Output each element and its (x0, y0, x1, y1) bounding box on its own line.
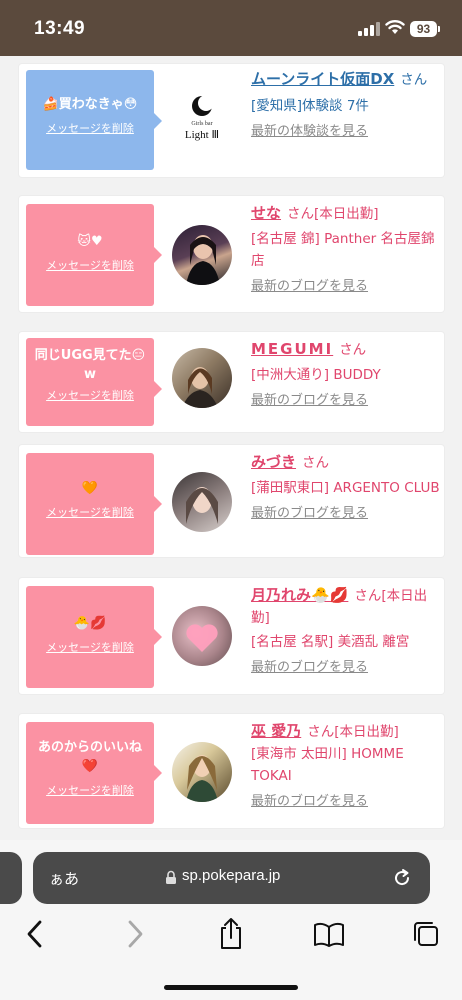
latest-link[interactable]: 最新のブログを見る (251, 503, 368, 525)
message-bubble: 同じUGG見てた😑w メッセージを削除 (26, 338, 162, 426)
list-item: あのからのいいね❤️ メッセージを削除 巫 愛乃 さん[本日出勤] [東海市 太田… (19, 714, 444, 828)
avatar[interactable] (172, 606, 232, 666)
item-info: 月乃れみ🐣💋 さん[本日出勤] [名古屋 名駅] 美酒乱 離宮 最新のブログを見る (251, 584, 441, 679)
list-item: 🐱♥ メッセージを削除 せな さん[本日出勤] [名古屋 錦] Panther 名… (19, 196, 444, 312)
list-item: 同じUGG見てた😑w メッセージを削除 MEGUMI さん [中洲大通り] BUD… (19, 332, 444, 432)
latest-link[interactable]: 最新のブログを見る (251, 791, 368, 813)
profile-name-link[interactable]: 月乃れみ🐣💋 (251, 586, 348, 604)
item-info: 巫 愛乃 さん[本日出勤] [東海市 太田川] HOMME TOKAI 最新のブロ… (251, 720, 441, 813)
home-indicator[interactable] (164, 985, 298, 990)
name-suffix: さん (302, 455, 330, 471)
message-text: 🐣💋 (73, 616, 107, 631)
heart-photo-icon (186, 624, 218, 652)
item-detail: [蒲田駅東口] ARGENTO CLUB (251, 480, 440, 496)
avatar[interactable]: Girls bar Light Ⅲ (172, 88, 232, 148)
profile-photo-icon (186, 487, 218, 524)
list-item: 🧡 メッセージを削除 みづき さん [蒲田駅東口] ARGENTO CLUB 最新… (19, 445, 444, 557)
item-info: みづき さん [蒲田駅東口] ARGENTO CLUB 最新のブログを見る (251, 451, 441, 525)
profile-name-link[interactable]: ムーンライト仮面DX (251, 70, 394, 88)
lock-icon (166, 870, 176, 884)
name-suffix: さん (400, 72, 428, 88)
profile-photo-icon (182, 367, 218, 408)
item-info: せな さん[本日出勤] [名古屋 錦] Panther 名古屋錦店 最新のブログを… (251, 202, 441, 298)
battery-icon: 93 (410, 21, 437, 37)
message-bubble: 🐱♥ メッセージを削除 (26, 204, 162, 306)
latest-link[interactable]: 最新のブログを見る (251, 276, 368, 298)
reload-icon[interactable] (390, 866, 414, 890)
message-list: 🍰買わなきゃ😳 メッセージを削除 Girls bar Light Ⅲ ムーンライ… (0, 56, 462, 840)
item-detail: [中洲大通り] BUDDY (251, 367, 381, 383)
status-bar: 13:49 93 (0, 0, 462, 56)
item-detail: [東海市 太田川] HOMME TOKAI (251, 746, 404, 784)
latest-link[interactable]: 最新の体験談を見る (251, 121, 368, 143)
delete-message-link[interactable]: メッセージを削除 (26, 257, 154, 273)
name-suffix: さん[本日出勤] (287, 206, 379, 222)
message-bubble: 🧡 メッセージを削除 (26, 453, 162, 555)
message-bubble: あのからのいいね❤️ メッセージを削除 (26, 722, 162, 824)
delete-message-link[interactable]: メッセージを削除 (26, 387, 154, 403)
logo-sub-text: Girls bar (191, 121, 213, 127)
message-text: 🐱♥ (77, 234, 103, 249)
avatar[interactable] (172, 742, 232, 802)
logo-text: Light Ⅲ (184, 129, 220, 141)
message-text: 🧡 (81, 481, 99, 496)
url-text[interactable]: sp.pokepara.jp (182, 867, 280, 884)
item-detail: [愛知県]体験談 7件 (251, 98, 369, 114)
name-suffix: さん (339, 342, 367, 358)
profile-name-link[interactable]: みづき (251, 453, 296, 471)
name-suffix: さん[本日出勤] (307, 724, 399, 740)
message-text: 同じUGG見てた😑w (34, 348, 146, 382)
profile-name-link[interactable]: 巫 愛乃 (251, 722, 301, 740)
share-icon[interactable] (216, 916, 246, 952)
tabs-icon[interactable] (410, 916, 442, 952)
avatar[interactable] (172, 348, 232, 408)
wifi-icon (385, 20, 405, 34)
avatar[interactable] (172, 225, 232, 285)
profile-photo-icon (186, 235, 220, 285)
latest-link[interactable]: 最新のブログを見る (251, 657, 368, 679)
item-info: ムーンライト仮面DX さん [愛知県]体験談 7件 最新の体験談を見る (251, 68, 441, 143)
list-item: 🐣💋 メッセージを削除 月乃れみ🐣💋 さん[本日出勤] [名古屋 名駅] 美酒乱 … (19, 578, 444, 694)
message-bubble: 🐣💋 メッセージを削除 (26, 586, 162, 688)
message-text: あのからのいいね❤️ (37, 740, 142, 774)
delete-message-link[interactable]: メッセージを削除 (26, 782, 154, 798)
back-icon[interactable] (22, 916, 48, 952)
avatar[interactable] (172, 472, 232, 532)
bookmarks-icon[interactable] (312, 916, 346, 952)
delete-message-link[interactable]: メッセージを削除 (26, 120, 154, 136)
list-item: 🍰買わなきゃ😳 メッセージを削除 Girls bar Light Ⅲ ムーンライ… (19, 64, 444, 177)
signal-icon (358, 22, 380, 36)
text-size-button[interactable]: ぁあ (49, 868, 79, 889)
item-detail: [名古屋 名駅] 美酒乱 離宮 (251, 634, 410, 650)
previous-tab-stub[interactable] (0, 852, 22, 904)
message-text: 🍰買わなきゃ😳 (42, 97, 138, 112)
delete-message-link[interactable]: メッセージを削除 (26, 504, 154, 520)
address-bar[interactable]: ぁあ sp.pokepara.jp (33, 852, 430, 904)
latest-link[interactable]: 最新のブログを見る (251, 390, 368, 412)
profile-name-link[interactable]: MEGUMI (251, 340, 333, 358)
item-info: MEGUMI さん [中洲大通り] BUDDY 最新のブログを見る (251, 338, 441, 412)
item-detail: [名古屋 錦] Panther 名古屋錦店 (251, 231, 435, 269)
profile-name-link[interactable]: せな (251, 204, 281, 222)
profile-photo-icon (186, 755, 218, 802)
forward-icon[interactable] (122, 916, 148, 952)
status-time: 13:49 (34, 18, 86, 39)
browser-toolbar: ぁあ sp.pokepara.jp (0, 840, 462, 1000)
message-bubble: 🍰買わなきゃ😳 メッセージを削除 (26, 70, 162, 170)
delete-message-link[interactable]: メッセージを削除 (26, 639, 154, 655)
